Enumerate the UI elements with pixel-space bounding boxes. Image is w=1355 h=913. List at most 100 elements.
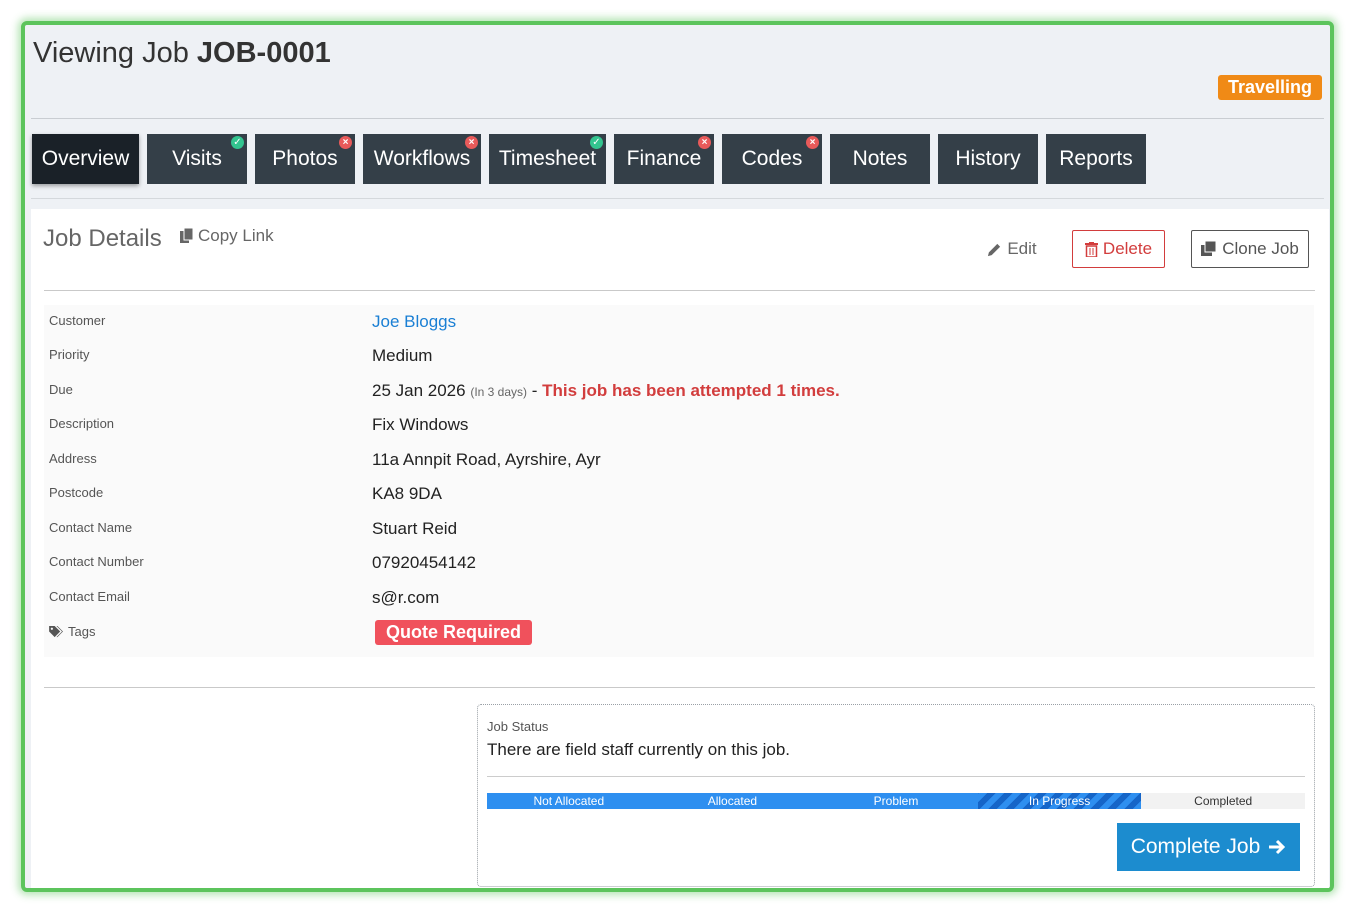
postcode-value: KA8 9DA bbox=[372, 484, 442, 503]
clone-icon bbox=[1201, 241, 1217, 256]
page-title: Viewing Job JOB-0001 bbox=[33, 37, 331, 70]
progress-step-not-allocated: Not Allocated bbox=[487, 793, 651, 809]
divider bbox=[31, 198, 1324, 199]
detail-row-contact-number: Contact Number 07920454142 bbox=[44, 546, 1314, 580]
details-list: Customer Joe Bloggs Priority Medium Due … bbox=[44, 305, 1314, 657]
copy-link-button[interactable]: Copy Link bbox=[180, 226, 274, 246]
progress-step-allocated: Allocated bbox=[650, 793, 815, 809]
clone-label: Clone Job bbox=[1222, 239, 1299, 258]
error-icon: × bbox=[465, 136, 478, 149]
divider bbox=[44, 687, 1315, 688]
detail-row-tags: Tags Quote Required bbox=[44, 616, 1314, 650]
contact-email-value: s@r.com bbox=[372, 588, 440, 607]
edit-label: Edit bbox=[1007, 239, 1037, 258]
tab-finance[interactable]: Finance × bbox=[614, 134, 714, 184]
copy-link-label: Copy Link bbox=[198, 226, 274, 245]
address-label: Address bbox=[49, 451, 97, 466]
attempt-warning: This job has been attempted 1 times. bbox=[542, 381, 840, 400]
complete-job-button[interactable]: Complete Job bbox=[1117, 823, 1300, 871]
copy-icon bbox=[180, 228, 194, 243]
tab-workflows[interactable]: Workflows × bbox=[363, 134, 481, 184]
progress-step-completed: Completed bbox=[1141, 793, 1305, 809]
priority-label: Priority bbox=[49, 347, 90, 362]
status-badge: Travelling bbox=[1217, 75, 1322, 100]
contact-number-label: Contact Number bbox=[49, 554, 144, 569]
error-icon: × bbox=[806, 136, 819, 149]
tab-label: Notes bbox=[852, 147, 908, 170]
tab-label: Reports bbox=[1059, 147, 1133, 170]
contact-name-label: Contact Name bbox=[49, 520, 133, 535]
due-date: 25 Jan 2026 bbox=[372, 381, 466, 400]
trash-icon bbox=[1084, 241, 1098, 257]
check-icon: ✓ bbox=[590, 136, 603, 149]
tab-visits[interactable]: Visits ✓ bbox=[147, 134, 247, 184]
tab-label: Overview bbox=[41, 147, 130, 170]
due-value: 25 Jan 2026 (In 3 days) - This job has b… bbox=[372, 381, 840, 401]
detail-row-description: Description Fix Windows bbox=[44, 408, 1314, 442]
divider bbox=[487, 776, 1305, 777]
detail-row-postcode: Postcode KA8 9DA bbox=[44, 477, 1314, 511]
customer-link[interactable]: Joe Bloggs bbox=[372, 312, 456, 331]
due-relative: (In 3 days) bbox=[470, 385, 528, 399]
contact-email-label: Contact Email bbox=[49, 589, 130, 604]
error-icon: × bbox=[339, 136, 352, 149]
complete-job-label: Complete Job bbox=[1130, 835, 1261, 858]
due-separator: - bbox=[527, 381, 543, 400]
tab-history[interactable]: History bbox=[938, 134, 1038, 184]
description-value: Fix Windows bbox=[372, 415, 469, 434]
detail-row-address: Address 11a Annpit Road, Ayrshire, Ayr bbox=[44, 443, 1314, 477]
job-details-panel: Job Details Copy Link Edit Delete Clone … bbox=[31, 209, 1329, 888]
tab-reports[interactable]: Reports bbox=[1046, 134, 1146, 184]
detail-row-priority: Priority Medium bbox=[44, 339, 1314, 373]
address-value: 11a Annpit Road, Ayrshire, Ayr bbox=[372, 450, 601, 469]
divider bbox=[44, 290, 1315, 291]
job-status-label: Job Status bbox=[487, 719, 549, 734]
tab-label: Workflows bbox=[373, 147, 471, 170]
tab-notes[interactable]: Notes bbox=[830, 134, 930, 184]
tags-icon bbox=[49, 625, 63, 637]
customer-label: Customer bbox=[49, 313, 106, 328]
tab-label: Photos bbox=[272, 147, 338, 170]
tags-label-wrap: Tags bbox=[49, 624, 95, 639]
tab-codes[interactable]: Codes × bbox=[722, 134, 822, 184]
page-title-prefix: Viewing Job bbox=[33, 37, 189, 69]
status-progress-bar: Not Allocated Allocated Problem In Progr… bbox=[487, 793, 1305, 809]
detail-row-due: Due 25 Jan 2026 (In 3 days) - This job h… bbox=[44, 374, 1314, 408]
contact-number-value: 07920454142 bbox=[372, 553, 477, 572]
tab-label: Timesheet bbox=[498, 147, 597, 170]
contact-name-value: Stuart Reid bbox=[372, 519, 458, 538]
job-status-box: Job Status There are field staff current… bbox=[477, 704, 1315, 887]
error-icon: × bbox=[698, 136, 711, 149]
detail-row-contact-name: Contact Name Stuart Reid bbox=[44, 512, 1314, 546]
tab-label: History bbox=[955, 147, 1021, 170]
check-icon: ✓ bbox=[231, 136, 244, 149]
tab-timesheet[interactable]: Timesheet ✓ bbox=[489, 134, 606, 184]
progress-step-problem: Problem bbox=[814, 793, 978, 809]
progress-step-in-progress: In Progress bbox=[977, 793, 1142, 809]
tags-label: Tags bbox=[68, 624, 96, 639]
job-view-frame: Viewing Job JOB-0001 Travelling Overview… bbox=[21, 21, 1334, 892]
delete-label: Delete bbox=[1102, 239, 1153, 258]
detail-row-customer: Customer Joe Bloggs bbox=[44, 305, 1314, 339]
postcode-label: Postcode bbox=[49, 485, 104, 500]
priority-value: Medium bbox=[372, 346, 433, 365]
description-label: Description bbox=[49, 416, 115, 431]
tab-overview[interactable]: Overview bbox=[32, 134, 139, 184]
edit-button[interactable]: Edit bbox=[982, 230, 1042, 268]
delete-button[interactable]: Delete bbox=[1072, 230, 1165, 268]
page-header: Viewing Job JOB-0001 Travelling bbox=[31, 25, 1324, 119]
arrow-right-icon bbox=[1269, 839, 1286, 855]
tag-badge: Quote Required bbox=[375, 620, 533, 645]
tab-label: Finance bbox=[626, 147, 702, 170]
job-status-message: There are field staff currently on this … bbox=[487, 740, 791, 759]
detail-row-contact-email: Contact Email s@r.com bbox=[44, 581, 1314, 615]
tab-photos[interactable]: Photos × bbox=[255, 134, 355, 184]
section-title: Job Details bbox=[43, 225, 162, 252]
pencil-icon bbox=[988, 243, 1001, 256]
tab-bar: Overview Visits ✓ Photos × Workflows × Timeshee… bbox=[32, 134, 1146, 184]
clone-job-button[interactable]: Clone Job bbox=[1191, 230, 1309, 268]
tab-label: Codes bbox=[741, 147, 803, 170]
tab-label: Visits bbox=[172, 147, 222, 170]
due-label: Due bbox=[49, 382, 73, 397]
job-id: JOB-0001 bbox=[196, 37, 331, 69]
